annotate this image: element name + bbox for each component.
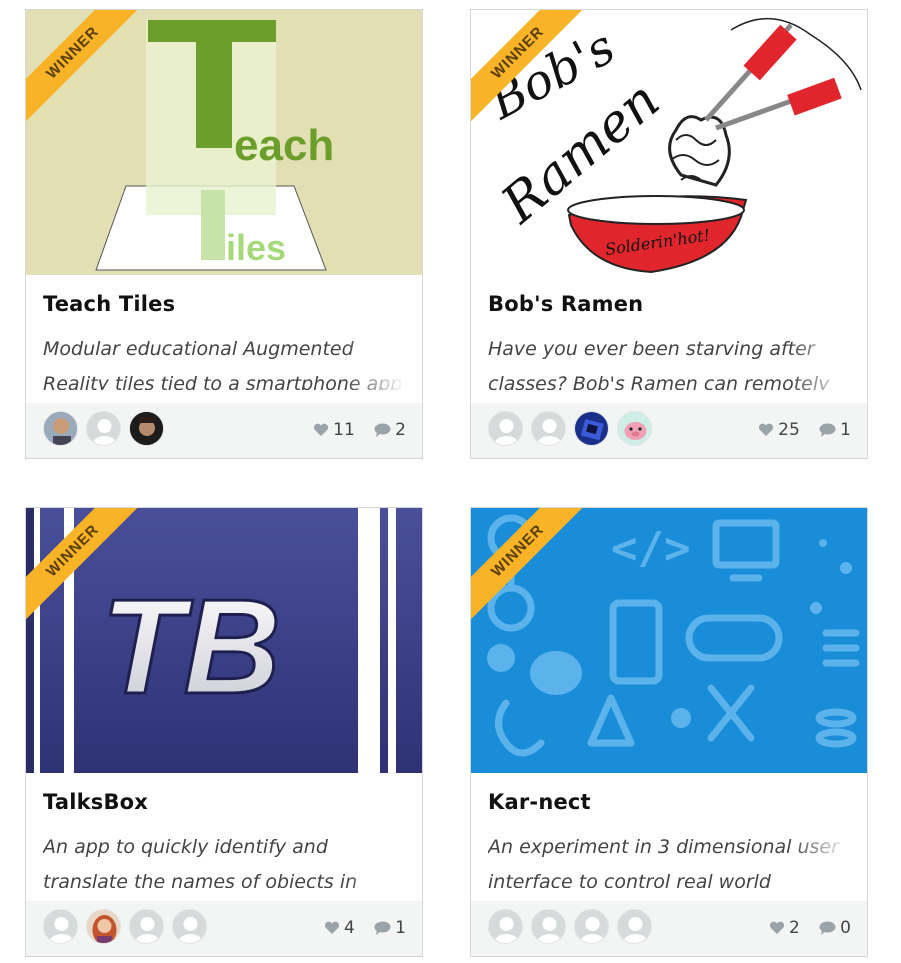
heart-icon [759,423,774,436]
team-avatars [43,909,215,945]
comments-count[interactable]: 1 [819,419,851,441]
project-title[interactable]: Teach Tiles [43,290,175,318]
card-footer: 4 1 [26,901,422,956]
project-card-kar-nect[interactable]: </> WINNER Kar-nect An experiment in 3 d… [470,507,868,957]
avatar[interactable] [86,411,121,446]
avatar[interactable] [129,411,164,446]
card-stats: 2 0 [755,917,851,939]
avatar[interactable] [574,411,609,446]
team-avatars [43,411,172,447]
likes-count[interactable]: 11 [313,419,355,441]
comment-icon [374,423,391,437]
card-stats: 4 1 [310,917,406,939]
card-stats: 25 1 [744,419,851,441]
thumb-logo-tb: TB [101,571,281,722]
project-description: Modular educational Augmented Reality ti… [43,332,405,390]
card-footer: 11 2 [26,403,422,458]
avatar[interactable] [129,909,164,944]
heart-icon [314,423,329,436]
avatar[interactable] [617,411,652,446]
card-footer: 25 1 [471,403,867,458]
project-title[interactable]: TalksBox [43,788,148,816]
heart-icon [769,921,785,934]
avatar[interactable] [488,411,523,446]
comments-count[interactable]: 1 [374,917,406,939]
card-stats: 11 2 [299,419,406,441]
avatar[interactable] [86,909,121,944]
team-avatars [488,909,660,945]
avatar[interactable] [531,909,566,944]
avatar[interactable] [43,909,78,944]
card-footer: 2 0 [471,901,867,956]
project-thumbnail[interactable]: each iles [26,10,422,275]
likes-count[interactable]: 4 [324,917,355,939]
comments-count[interactable]: 0 [819,917,851,939]
project-card-talksbox[interactable]: TB WINNER TalksBox An app to quickly ide… [25,507,423,957]
thumb-text-each: each [234,121,334,170]
project-description: An experiment in 3 dimensional user inte… [488,830,850,888]
comment-icon [374,921,391,935]
avatar[interactable] [617,909,652,944]
avatar[interactable] [43,411,78,446]
project-description: An app to quickly identify and translate… [43,830,405,888]
project-description: Have you ever been starving after classe… [488,332,850,390]
project-title[interactable]: Bob's Ramen [488,290,643,318]
likes-count[interactable]: 2 [769,917,800,939]
avatar[interactable] [531,411,566,446]
project-thumbnail[interactable]: Bob's Ramen Solderin'hot! [471,10,867,275]
comments-count[interactable]: 2 [374,419,406,441]
comment-icon [819,423,836,437]
project-thumbnail[interactable]: </> [471,508,867,773]
thumb-code-icon: </> [611,523,690,574]
likes-count[interactable]: 25 [758,419,800,441]
team-avatars [488,411,660,447]
project-title[interactable]: Kar-nect [488,788,591,816]
project-thumbnail[interactable]: TB [26,508,422,773]
project-card-bobs-ramen[interactable]: Bob's Ramen Solderin'hot! WINNER Bob's R… [470,9,868,459]
avatar[interactable] [488,909,523,944]
avatar[interactable] [574,909,609,944]
avatar[interactable] [172,909,207,944]
thumb-text-iles: iles [226,227,286,268]
comment-icon [819,921,836,935]
project-card-teach-tiles[interactable]: each iles WINNER Teach Tiles Modular edu… [25,9,423,459]
heart-icon [324,921,340,934]
